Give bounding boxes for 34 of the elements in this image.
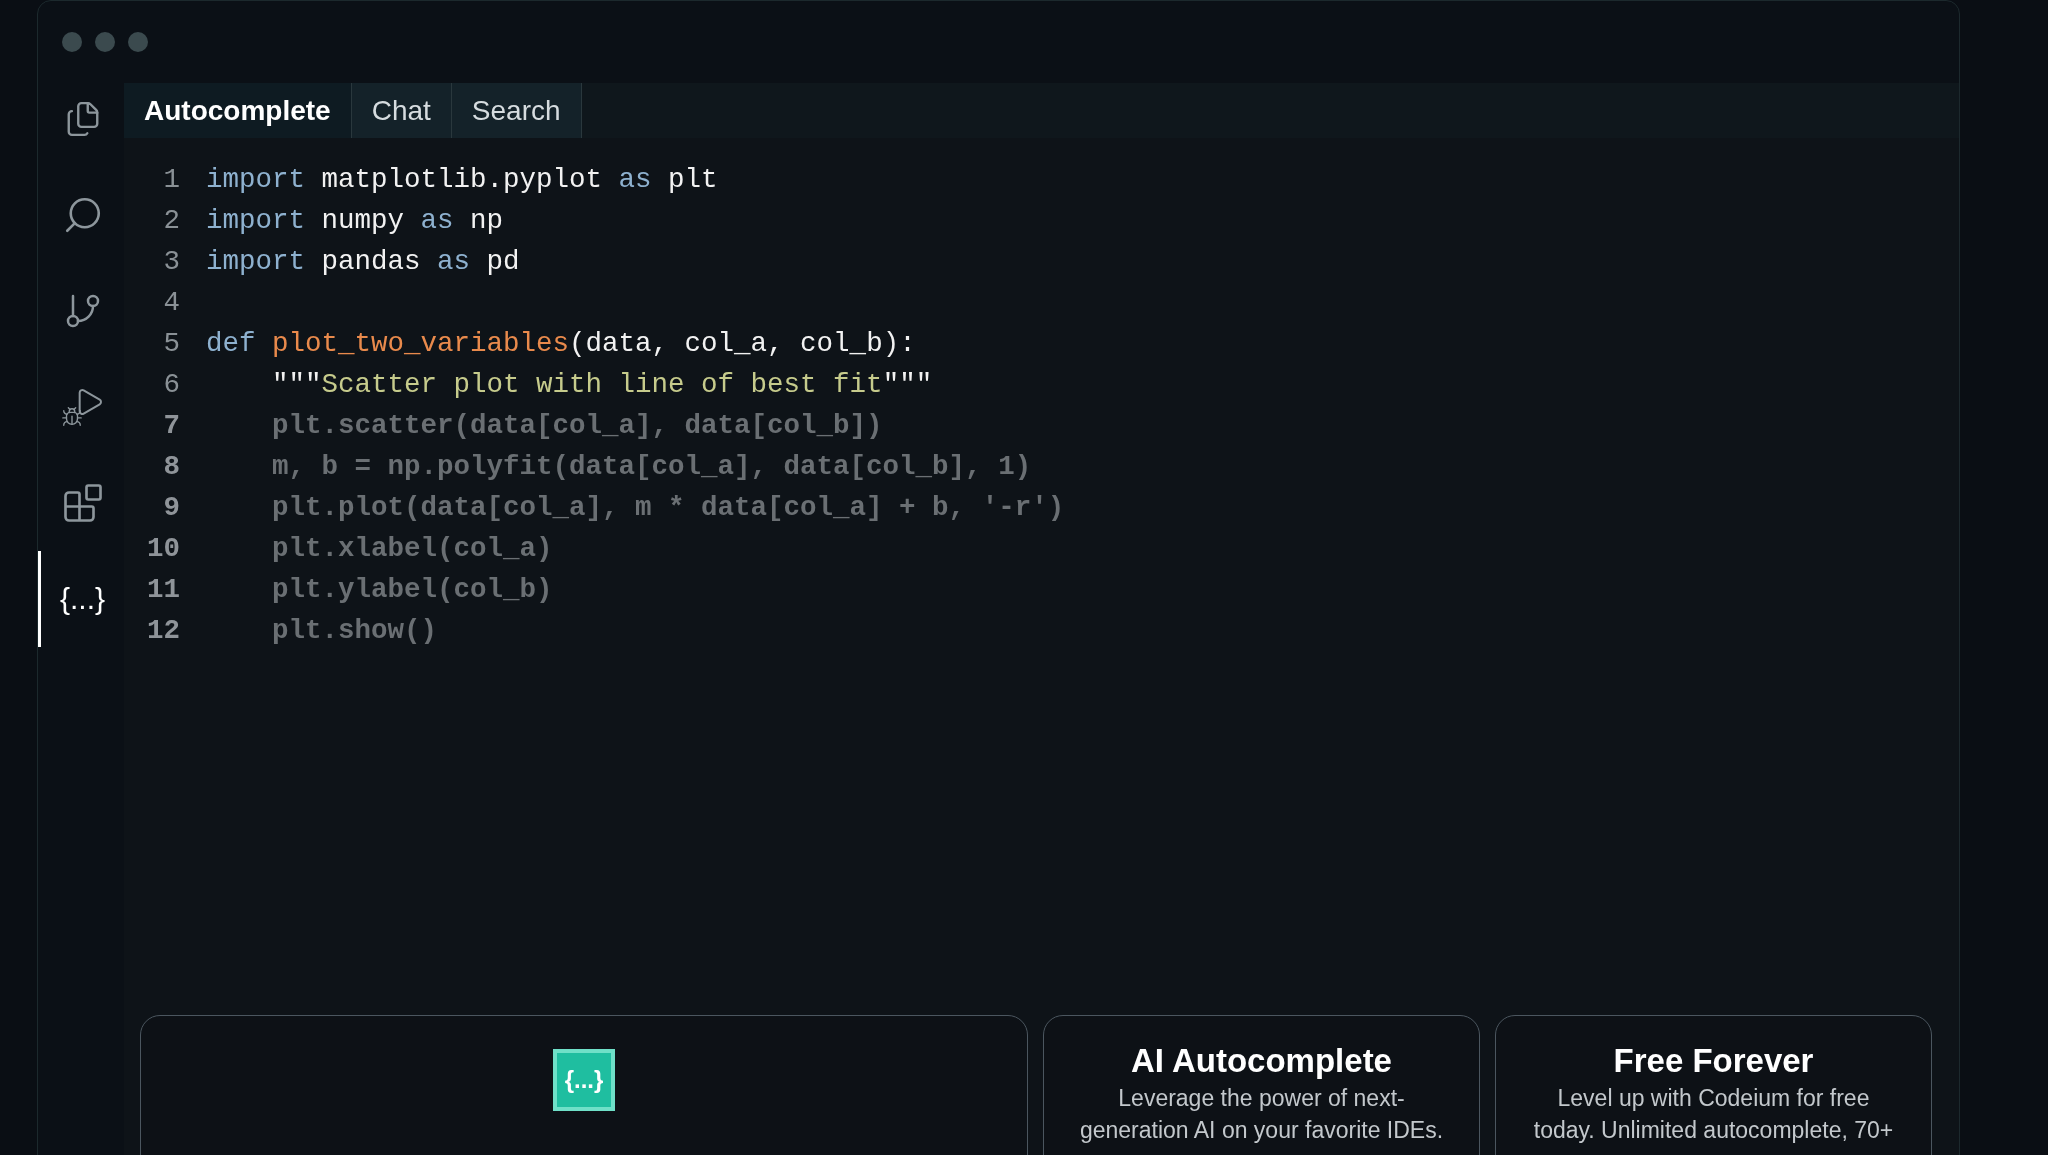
line-number: 6 (162, 367, 180, 402)
line-number: 5 (162, 326, 180, 361)
suggested-code-line: plt.plot(data[col_a], m * data[col_a] + b, '-r') (271, 490, 1065, 525)
line-number: 2 (162, 203, 180, 238)
card-description: Leverage the power of next- generation AI on your favorite IDEs. (1079, 1084, 1444, 1145)
code-line: def plot_two_variables(data, col_a, col_b): (206, 326, 916, 361)
card-description: Level up with Codeium for free today. Unlimited autocomplete, 70+ (1533, 1084, 1894, 1145)
suggested-code-line: m, b = np.polyfit(data[col_a], data[col_b], 1) (271, 449, 1032, 484)
card-title: Free Forever (1613, 1041, 1814, 1081)
editor-tab[interactable]: Autocomplete (124, 83, 352, 138)
code-line: import numpy as np (206, 203, 504, 238)
editor-tab[interactable]: Chat (351, 83, 452, 138)
line-number: 3 (162, 244, 180, 279)
line-number: 9 (162, 490, 180, 525)
line-number: 12 (146, 613, 180, 648)
line-number: 11 (146, 572, 180, 607)
line-number: 10 (146, 531, 180, 566)
code-line: """Scatter plot with line of best fit""" (271, 367, 933, 402)
suggested-code-line: plt.ylabel(col_b) (271, 572, 553, 607)
braces-logo: {...} (553, 1049, 615, 1111)
line-number: 1 (162, 162, 180, 197)
line-number: 4 (162, 285, 180, 320)
code-line: import matplotlib.pyplot as plt (206, 162, 718, 197)
line-number: 8 (162, 449, 180, 484)
braces-icon: {...} (59, 584, 105, 614)
card-title: AI Autocomplete (1131, 1041, 1392, 1081)
suggested-code-line: plt.xlabel(col_a) (271, 531, 553, 566)
editor-tab[interactable]: Search (451, 83, 582, 138)
suggested-code-line: plt.scatter(data[col_a], data[col_b]) (271, 408, 883, 443)
run-debug-icon (60, 386, 105, 428)
code-line: import pandas as pd (206, 244, 520, 279)
line-number: 7 (162, 408, 180, 443)
suggested-code-line: plt.show() (271, 613, 438, 648)
extensions-icon (61, 482, 104, 524)
